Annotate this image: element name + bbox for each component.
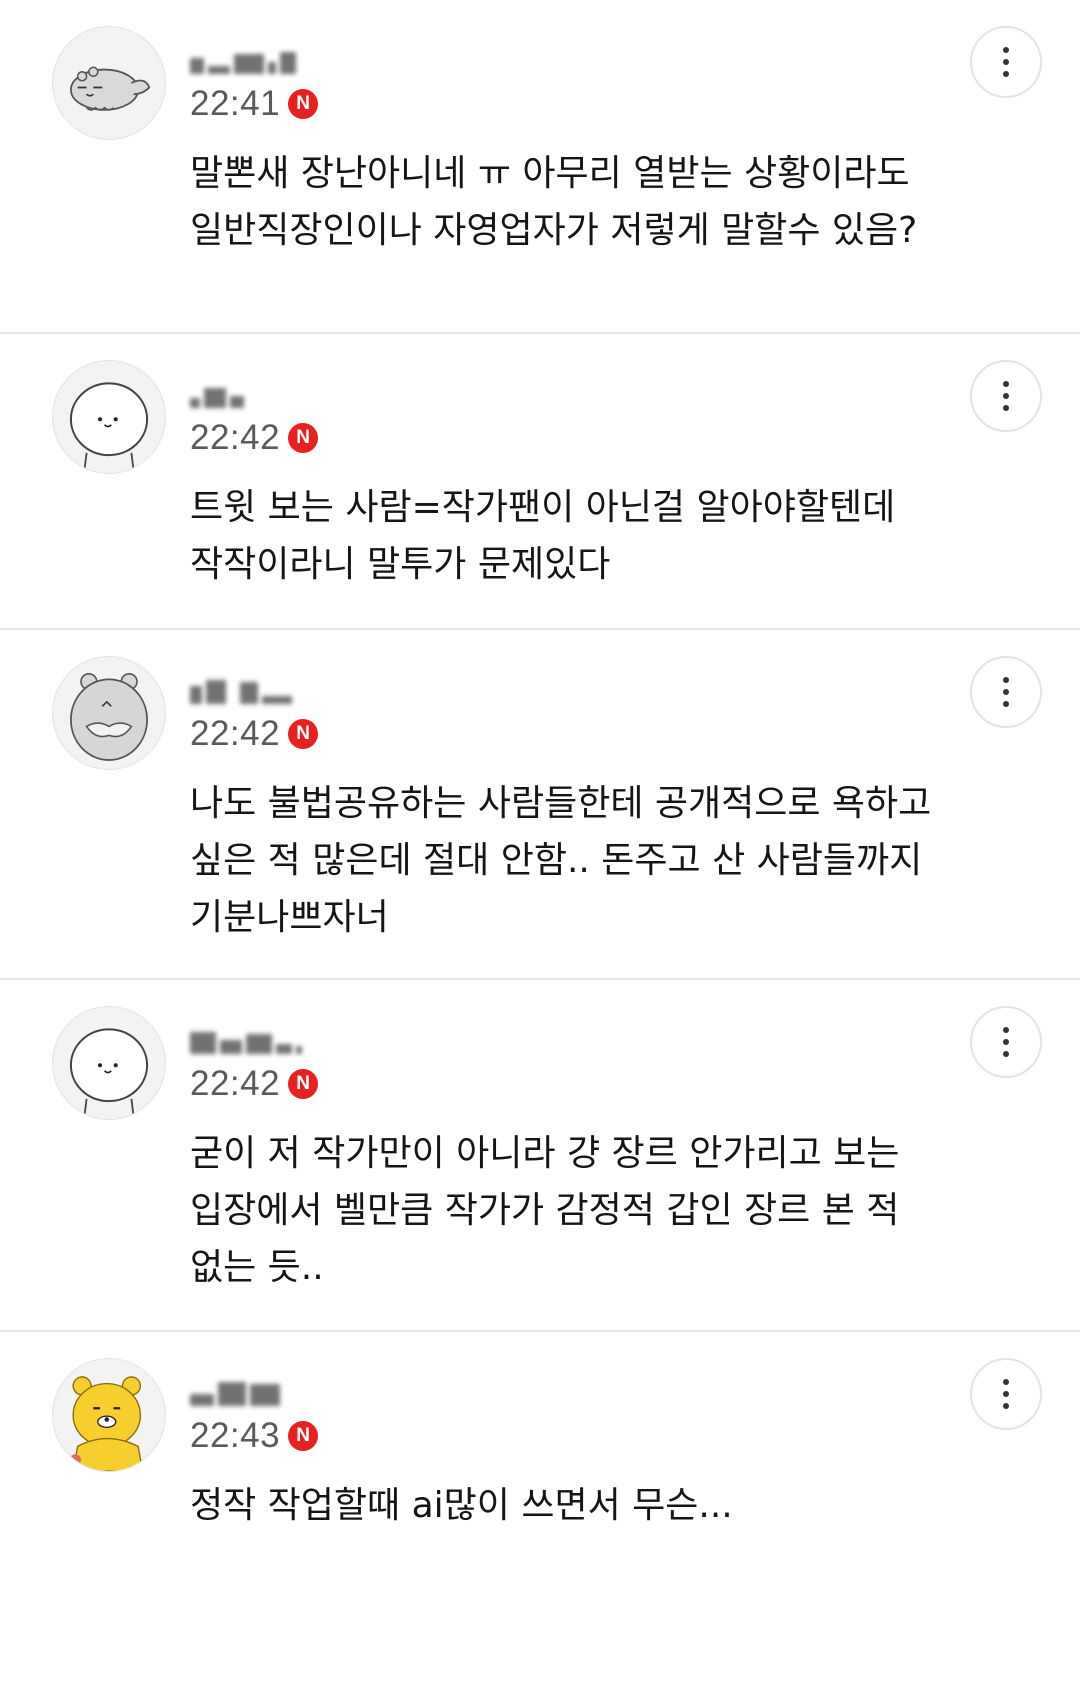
- comment-text: 말뽄새 장난아니네 ㅠ 아무리 열받는 상황이라도 일반직장인이나 자영업자가 …: [190, 153, 918, 251]
- more-options-button[interactable]: [970, 26, 1042, 98]
- yellow-bear-avatar-icon[interactable]: [52, 1358, 166, 1472]
- more-dots-icon: [1003, 677, 1009, 683]
- more-dots-icon: [1003, 1027, 1009, 1033]
- more-dots-icon: [1003, 381, 1009, 387]
- comment-item: 22:42 N 트윗 보는 사람=작가팬이 아닌걸 알아야할텐데 작작이라니 말…: [0, 334, 1080, 630]
- more-dots-icon: [1003, 1051, 1009, 1057]
- comment-meta: 22:42 N: [190, 418, 319, 458]
- username-blurred: [190, 382, 244, 408]
- comment-text: 정작 작업할때 ai많이 쓰면서 무슨...: [190, 1485, 733, 1526]
- comment-item: 22:42 N 나도 불법공유하는 사람들한테 공개적으로 욕하고 싶은 적 많…: [0, 630, 1080, 980]
- comment-list: 22:41 N 말뽄새 장난아니네 ㅠ 아무리 열받는 상황이라도 일반직장인이…: [0, 0, 1080, 1692]
- username-blurred: [190, 48, 296, 74]
- comment-time: 22:42: [190, 1064, 281, 1103]
- more-options-button[interactable]: [970, 1006, 1042, 1078]
- more-dots-icon: [1003, 1391, 1009, 1397]
- comment-item: 22:41 N 말뽄새 장난아니네 ㅠ 아무리 열받는 상황이라도 일반직장인이…: [0, 0, 1080, 334]
- comment-meta: 22:41 N: [190, 84, 319, 124]
- sleeping-animal-avatar-icon[interactable]: [52, 26, 166, 140]
- comment-meta: 22:42 N: [190, 714, 319, 754]
- more-options-button[interactable]: [970, 1358, 1042, 1430]
- more-dots-icon: [1003, 1039, 1009, 1045]
- more-dots-icon: [1003, 47, 1009, 53]
- username-blurred: [190, 1028, 302, 1054]
- hamster-avatar-icon[interactable]: [52, 656, 166, 770]
- comment-time: 22:42: [190, 418, 281, 457]
- new-badge: N: [288, 1421, 319, 1451]
- more-options-button[interactable]: [970, 656, 1042, 728]
- more-dots-icon: [1003, 393, 1009, 399]
- white-blob-avatar-icon[interactable]: [52, 360, 166, 474]
- comment-item: 22:42 N 굳이 저 작가만이 아니라 걍 장르 안가리고 보는 입장에서 …: [0, 980, 1080, 1332]
- more-dots-icon: [1003, 405, 1009, 411]
- new-badge: N: [288, 719, 319, 749]
- new-badge: N: [288, 423, 319, 453]
- comment-text: 트윗 보는 사람=작가팬이 아닌걸 알아야할텐데 작작이라니 말투가 문제있다: [190, 487, 896, 585]
- more-dots-icon: [1003, 701, 1009, 707]
- comment-time: 22:42: [190, 714, 281, 753]
- comment-text: 나도 불법공유하는 사람들한테 공개적으로 욕하고 싶은 적 많은데 절대 안함…: [190, 783, 932, 938]
- comment-time: 22:43: [190, 1416, 281, 1455]
- comment-meta: 22:42 N: [190, 1064, 319, 1104]
- more-dots-icon: [1003, 1403, 1009, 1409]
- new-badge: N: [288, 89, 319, 119]
- comment-meta: 22:43 N: [190, 1416, 319, 1456]
- white-blob-avatar-icon[interactable]: [52, 1006, 166, 1120]
- comment-text: 굳이 저 작가만이 아니라 걍 장르 안가리고 보는 입장에서 벨만큼 작가가 …: [190, 1133, 900, 1288]
- comment-time: 22:41: [190, 84, 281, 123]
- more-dots-icon: [1003, 71, 1009, 77]
- more-dots-icon: [1003, 59, 1009, 65]
- comment-item: 22:43 N 정작 작업할때 ai많이 쓰면서 무슨...: [0, 1332, 1080, 1692]
- more-dots-icon: [1003, 1379, 1009, 1385]
- username-blurred: [190, 1380, 280, 1406]
- more-options-button[interactable]: [970, 360, 1042, 432]
- more-dots-icon: [1003, 689, 1009, 695]
- new-badge: N: [288, 1069, 319, 1099]
- username-blurred: [190, 678, 292, 704]
